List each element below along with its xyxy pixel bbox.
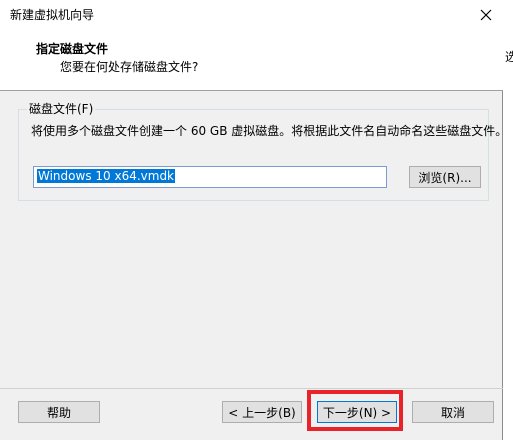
footer-divider: [0, 388, 503, 389]
disk-file-legend: 磁盘文件(F): [27, 101, 96, 117]
back-button[interactable]: < 上一步(B): [222, 401, 302, 423]
disk-file-value: Windows 10 x64.vmdk: [37, 169, 176, 183]
browse-button[interactable]: 浏览(R)...: [409, 166, 481, 188]
title-bar: 新建虚拟机向导: [0, 0, 503, 30]
help-button[interactable]: 帮助: [18, 401, 100, 423]
cancel-button[interactable]: 取消: [412, 401, 494, 423]
disk-file-group: 磁盘文件(F) 将使用多个磁盘文件创建一个 60 GB 虚拟磁盘。将根据此文件名…: [18, 101, 507, 201]
disk-file-description: 将使用多个磁盘文件创建一个 60 GB 虚拟磁盘。将根据此文件名自动命名这些磁盘…: [31, 124, 508, 138]
new-vm-wizard-dialog: 新建虚拟机向导 指定磁盘文件 您要在何处存储磁盘文件? 磁盘文件(F) 将使用多…: [0, 0, 507, 440]
next-button[interactable]: 下一步(N) >: [317, 401, 397, 423]
page-title: 指定磁盘文件: [36, 42, 109, 56]
wizard-header: 指定磁盘文件 您要在何处存储磁盘文件?: [0, 30, 503, 91]
disk-file-input[interactable]: Windows 10 x64.vmdk: [33, 166, 387, 188]
close-icon: [480, 9, 492, 21]
background-partial-text: 选: [505, 50, 513, 64]
close-button[interactable]: [471, 0, 501, 30]
window-title: 新建虚拟机向导: [10, 8, 95, 22]
page-subtitle: 您要在何处存储磁盘文件?: [60, 60, 199, 74]
background-window-edge: 选: [503, 0, 513, 440]
